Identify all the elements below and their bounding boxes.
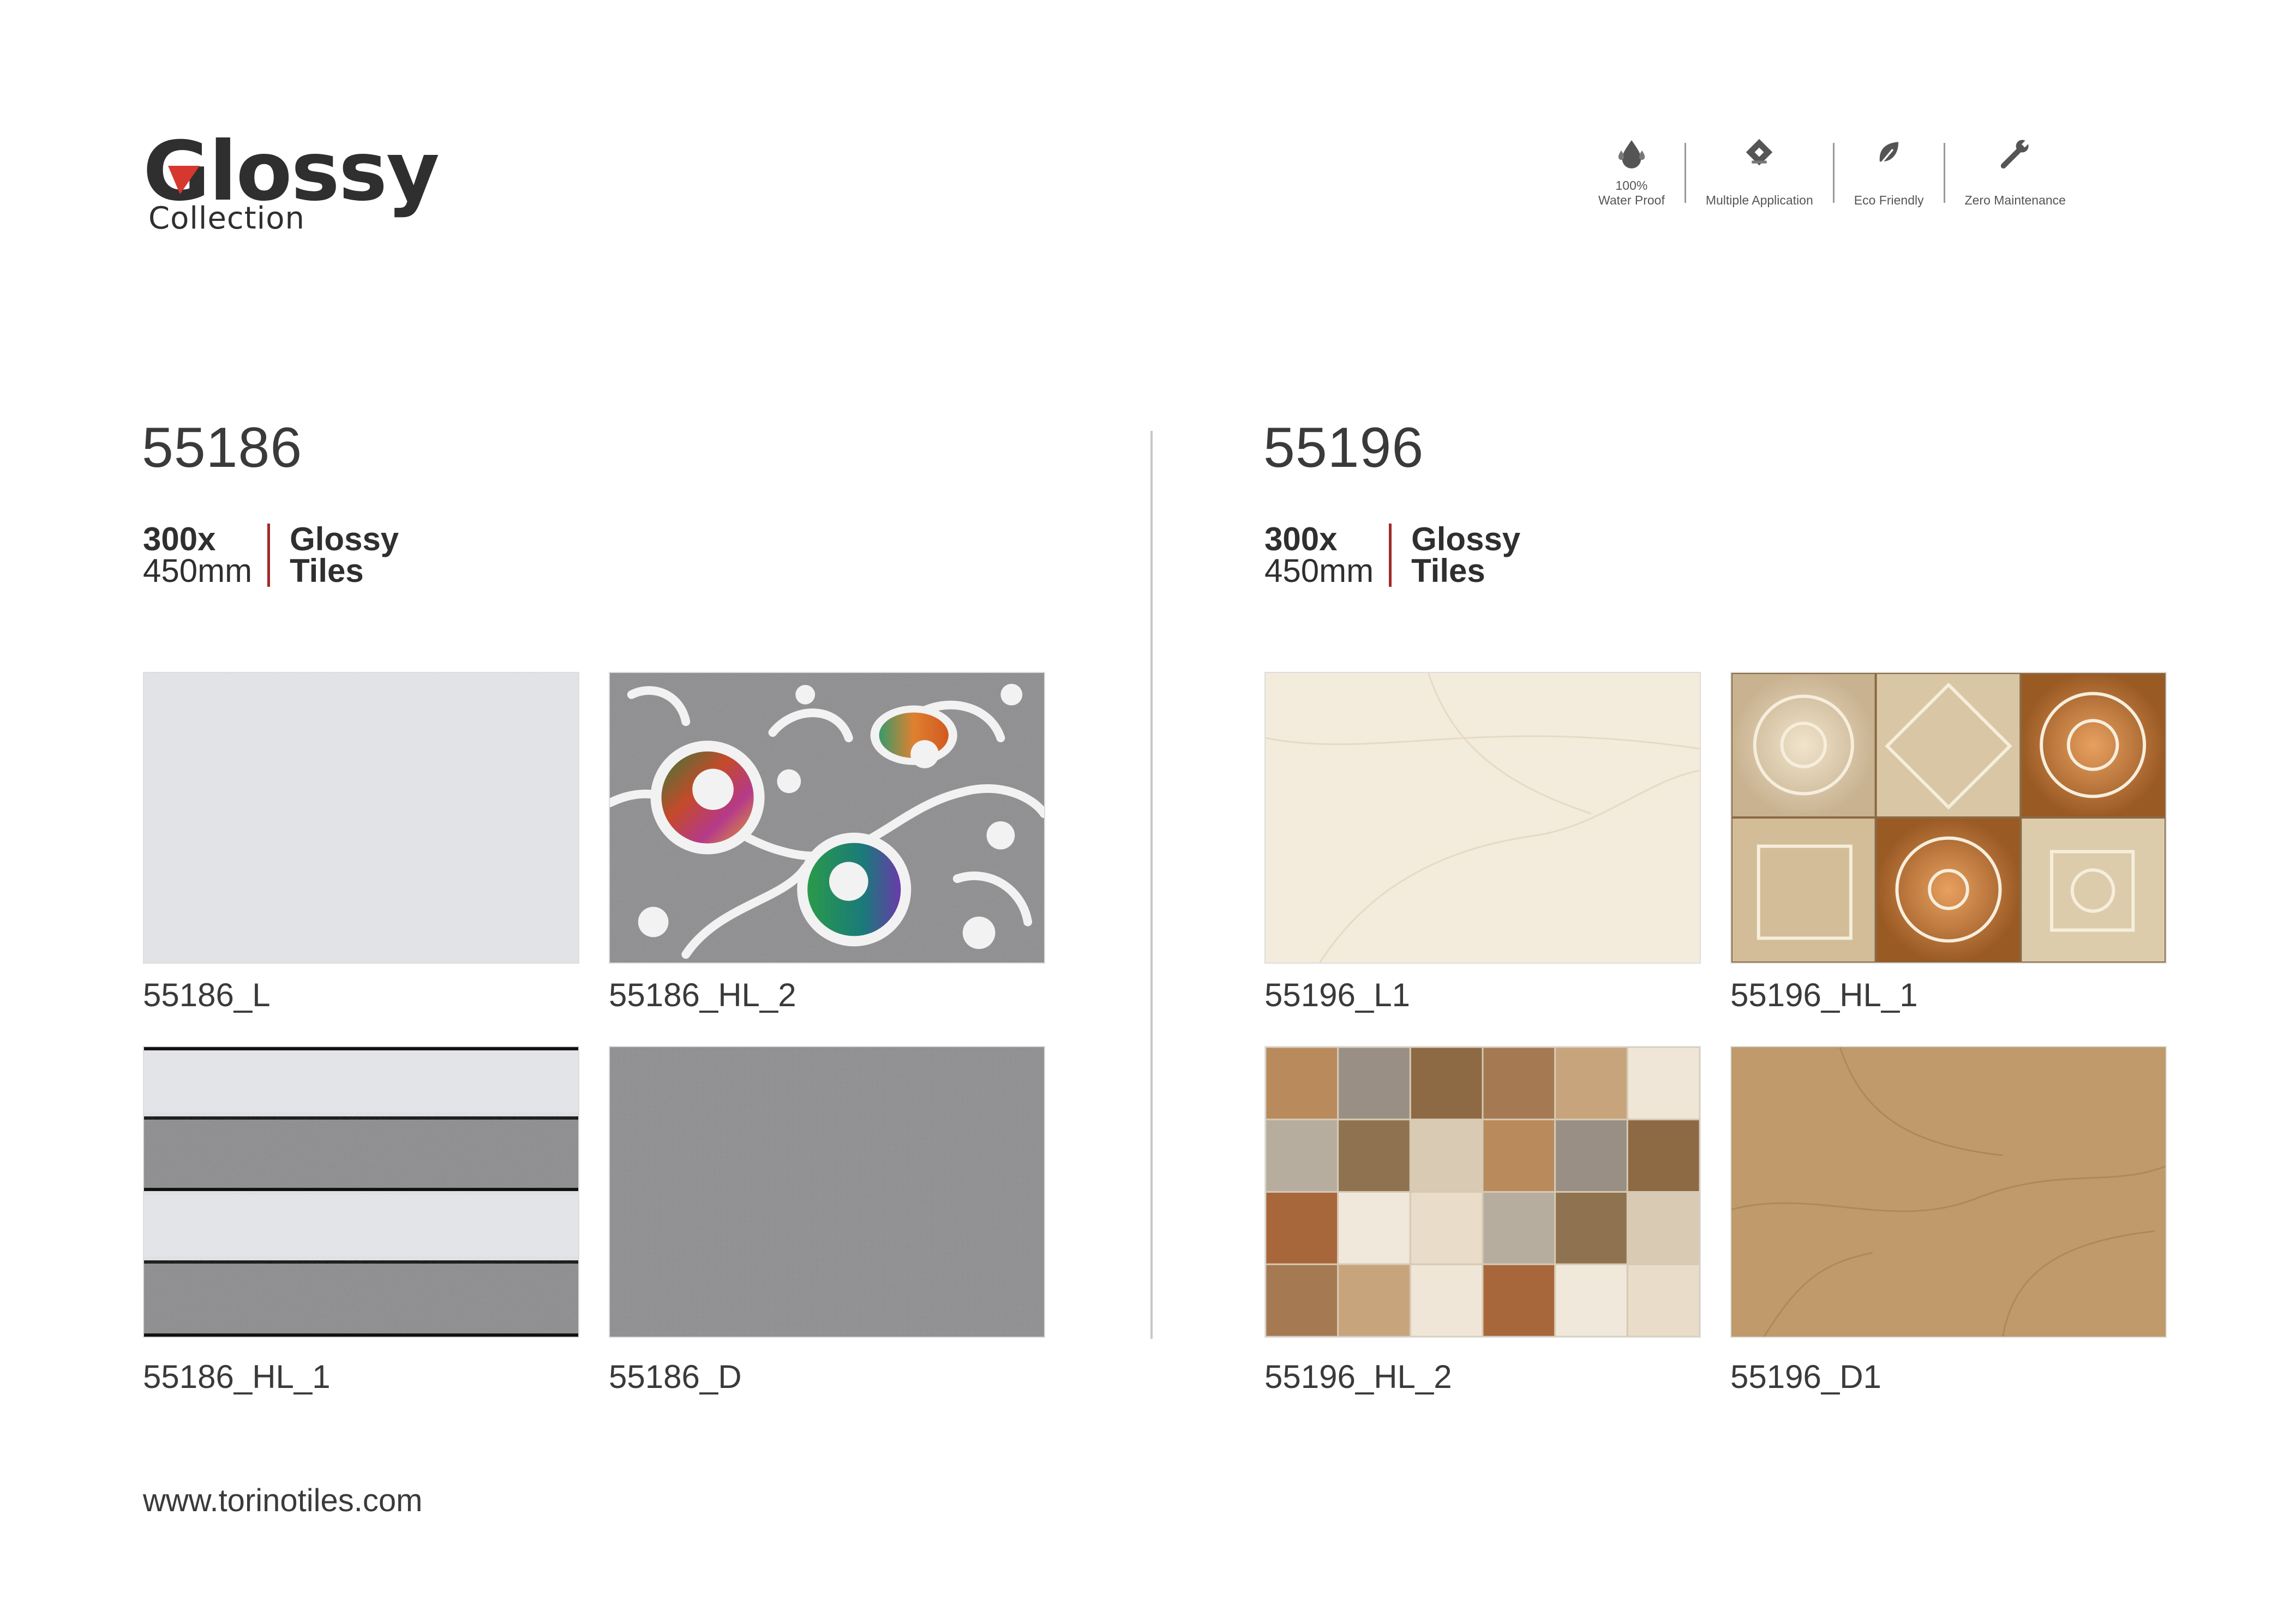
feature-label: Multiple Application <box>1705 193 1813 207</box>
tile-label: 55196_D1 <box>1730 1358 1881 1395</box>
feature-water-proof: 100% Water Proof <box>1598 136 1665 207</box>
spec-divider <box>1389 524 1392 587</box>
tile-image-55196-l1[interactable] <box>1264 672 1701 964</box>
application-tile-icon <box>1746 139 1773 166</box>
tile-image-55186-hl-1[interactable] <box>143 1046 579 1338</box>
website-link[interactable]: www.torinotiles.com <box>143 1482 422 1519</box>
tile-image-55196-d1[interactable] <box>1730 1046 2167 1338</box>
tile-category: Tiles <box>1411 552 1485 589</box>
wrench-icon <box>2001 139 2030 169</box>
tile-label: 55196_HL_2 <box>1264 1358 1452 1395</box>
feature-label: Eco Friendly <box>1854 193 1924 207</box>
size-height: 450mm <box>1264 552 1374 589</box>
feature-label-top: 100% <box>1615 178 1648 193</box>
tile-finish: Glossy <box>290 521 399 557</box>
logo-subtitle: Collection <box>148 201 305 236</box>
logo-red-arrow-icon <box>168 166 200 194</box>
tile-label: 55186_HL_2 <box>609 977 796 1013</box>
feature-divider <box>1684 143 1686 203</box>
feature-multiple-application: Multiple Application <box>1706 136 1813 207</box>
water-drop-icon <box>1618 140 1645 169</box>
feature-badges: 100% Water Proof Multiple Application Ec… <box>1598 136 2171 213</box>
tile-image-55186-hl-2[interactable] <box>609 672 1045 964</box>
tile-label: 55196_HL_1 <box>1730 977 1918 1013</box>
spec-divider <box>267 524 271 587</box>
feature-divider <box>1943 143 1945 203</box>
feature-divider <box>1832 143 1835 203</box>
tile-image-55196-hl-2[interactable] <box>1264 1046 1701 1338</box>
tile-label: 55186_HL_1 <box>143 1358 331 1395</box>
series-spec: 300x 450mm Glossy Tiles <box>143 521 399 589</box>
series-code: 55186 <box>142 416 303 479</box>
column-divider <box>1150 431 1153 1339</box>
size-height: 450mm <box>143 552 253 589</box>
leaf-icon <box>1877 142 1898 168</box>
tile-label: 55186_D <box>609 1358 742 1395</box>
tile-image-55186-l[interactable] <box>143 672 579 964</box>
tile-image-55196-hl-1[interactable] <box>1730 672 2167 964</box>
series-code: 55196 <box>1263 416 1424 479</box>
tile-label: 55186_L <box>143 977 271 1013</box>
tile-category: Tiles <box>290 552 364 589</box>
size-width: 300x <box>143 521 216 557</box>
tile-image-55186-d[interactable] <box>609 1046 1045 1338</box>
series-spec: 300x 450mm Glossy Tiles <box>1264 521 1521 589</box>
feature-label: Zero Maintenance <box>1964 193 2066 207</box>
size-width: 300x <box>1264 521 1338 557</box>
brand-logo: Glossy Collection <box>143 131 440 240</box>
tile-label: 55196_L1 <box>1264 977 1410 1013</box>
feature-label: Water Proof <box>1598 193 1665 207</box>
tile-finish: Glossy <box>1411 521 1521 557</box>
feature-zero-maintenance: Zero Maintenance <box>1965 136 2066 207</box>
feature-eco-friendly: Eco Friendly <box>1854 136 1924 207</box>
